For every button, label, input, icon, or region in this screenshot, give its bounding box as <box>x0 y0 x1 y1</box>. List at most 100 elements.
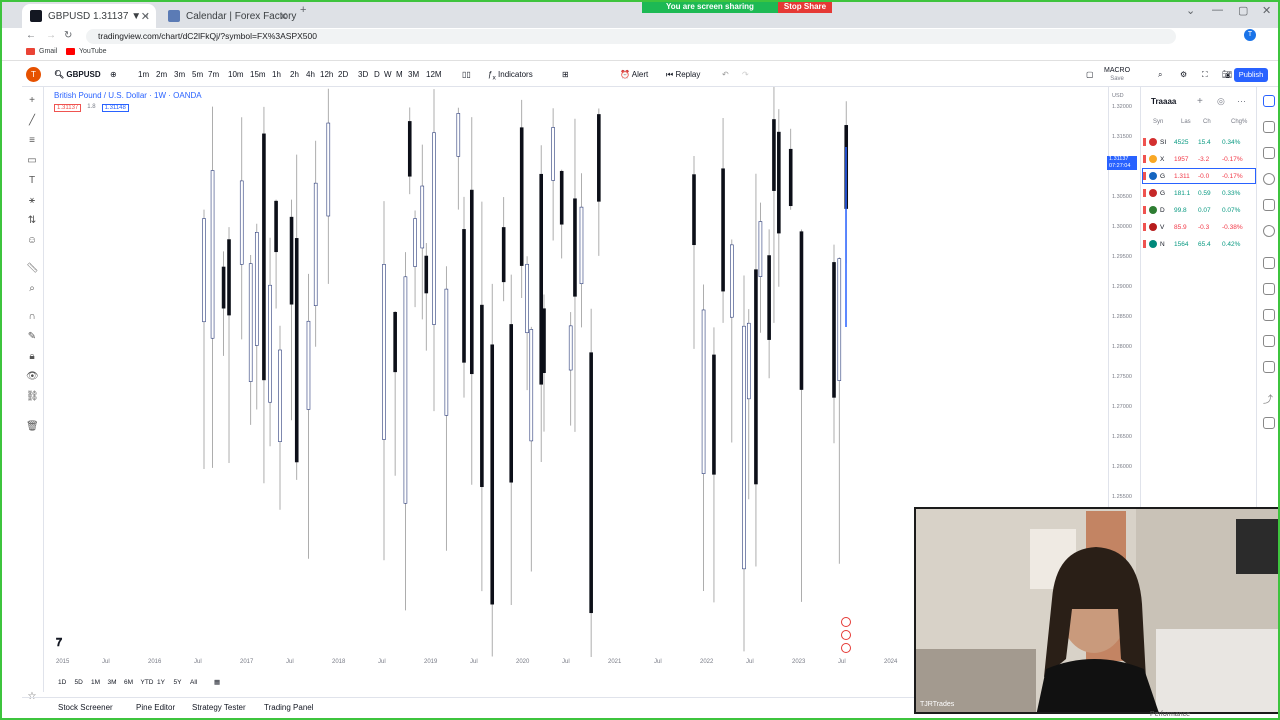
interval-12h[interactable]: 12h <box>320 70 333 79</box>
compare-symbol-icon[interactable]: ⊕ <box>110 70 117 79</box>
replay-button[interactable]: ⏮ Replay <box>666 70 700 80</box>
chart-type-icon[interactable]: ▯▯ <box>462 70 471 79</box>
hotlist-icon[interactable] <box>1263 173 1275 185</box>
range-6m[interactable]: 6M <box>124 679 133 686</box>
range-ytd[interactable]: YTD <box>141 679 154 686</box>
reload-icon[interactable]: ↻ <box>64 30 72 41</box>
close-window-icon[interactable]: ✕ <box>1262 4 1271 17</box>
stop-share-button[interactable]: Stop Share <box>778 0 832 13</box>
prediction-icon[interactable]: ⇅ <box>26 215 38 227</box>
range-5d[interactable]: 5D <box>75 679 83 686</box>
interval-4h[interactable]: 4h <box>306 70 315 79</box>
snapshot-icon[interactable]: 📷︎ <box>1222 70 1232 79</box>
event-flag-icon[interactable] <box>841 643 851 653</box>
range-3m[interactable]: 3M <box>108 679 117 686</box>
back-icon[interactable]: ← <box>26 30 36 41</box>
interval-2m[interactable]: 2m <box>156 70 167 79</box>
templates-icon[interactable]: ⊞ <box>562 70 569 79</box>
range-all[interactable]: All <box>190 679 197 686</box>
column-header[interactable]: Chg% <box>1231 119 1247 125</box>
watchlist-row[interactable]: G 181.1 0.59 0.33% <box>1143 186 1255 200</box>
bookmark-youtube[interactable]: YouTube <box>66 48 107 55</box>
fib-icon[interactable]: ≡ <box>26 135 38 147</box>
interval-10m[interactable]: 10m <box>228 70 244 79</box>
data-window-icon[interactable] <box>1263 147 1275 159</box>
pattern-icon[interactable]: ⚹ <box>26 195 38 207</box>
interval-1h[interactable]: 1h <box>272 70 281 79</box>
new-tab-icon[interactable]: + <box>300 4 306 16</box>
bottom-tab-strategy-tester[interactable]: Strategy Tester <box>192 703 246 712</box>
layout-save-button[interactable]: MACRO Save <box>1104 66 1130 84</box>
minimize-icon[interactable]: — <box>1212 4 1223 16</box>
interval-d[interactable]: D <box>374 70 380 79</box>
publish-button[interactable]: Publish <box>1234 68 1268 82</box>
trend-icon[interactable]: ⤴ <box>1263 391 1275 406</box>
column-header[interactable]: Las <box>1181 119 1203 125</box>
magnet-icon[interactable]: ∩ <box>26 311 38 323</box>
alert-button[interactable]: ⏰ Alert <box>620 70 648 79</box>
more-options-icon[interactable]: ⋯ <box>1237 96 1246 107</box>
watchlist-title[interactable]: Traaaa <box>1151 97 1176 106</box>
goto-date-icon[interactable]: ▦ <box>214 678 220 686</box>
trash-icon[interactable]: 🗑︎ <box>26 421 39 433</box>
user-avatar[interactable]: T <box>26 67 41 82</box>
forward-icon[interactable]: → <box>46 30 56 41</box>
event-flag-icon[interactable] <box>841 617 851 627</box>
dom-icon[interactable] <box>1263 417 1275 429</box>
watchlist-row[interactable]: V 85.9 -0.3 -0.38% <box>1143 220 1255 234</box>
interval-3m[interactable]: 3m <box>174 70 185 79</box>
watchlist-icon[interactable] <box>1263 95 1275 107</box>
cursor-icon[interactable]: + <box>26 95 38 107</box>
link-icon[interactable]: ⛓ <box>26 391 39 403</box>
calendar-icon[interactable] <box>1263 199 1275 211</box>
column-header[interactable]: Ch <box>1203 119 1231 125</box>
range-1m[interactable]: 1M <box>91 679 100 686</box>
redo-icon[interactable]: ↷ <box>742 70 749 79</box>
range-5y[interactable]: 5Y <box>174 679 182 686</box>
range-1d[interactable]: 1D <box>58 679 66 686</box>
interval-2d[interactable]: 2D <box>338 70 348 79</box>
advanced-view-icon[interactable]: ◎ <box>1217 96 1225 107</box>
column-header[interactable]: Syn <box>1153 119 1181 125</box>
trendline-icon[interactable]: ╱ <box>26 115 38 127</box>
streams-icon[interactable] <box>1263 309 1275 321</box>
add-symbol-icon[interactable]: + <box>1197 96 1203 107</box>
messages-icon[interactable] <box>1263 335 1275 347</box>
text-icon[interactable]: T <box>26 175 38 187</box>
stay-drawing-icon[interactable]: ✎ <box>26 331 38 343</box>
eye-icon[interactable]: 👁︎ <box>26 371 39 383</box>
watchlist-row[interactable]: X 1957 -3.2 -0.17% <box>1143 152 1255 166</box>
alerts-icon[interactable] <box>1263 121 1275 133</box>
interval-15m[interactable]: 15m <box>250 70 266 79</box>
interval-w[interactable]: W <box>384 70 392 79</box>
ideas-icon[interactable] <box>1263 225 1275 237</box>
ruler-icon[interactable]: 📏︎ <box>26 263 39 275</box>
bottom-tab-pine-editor[interactable]: Pine Editor <box>136 703 175 712</box>
lock-icon[interactable]: 🔒︎ <box>26 351 38 363</box>
watchlist-row[interactable]: SI 4525 15.4 0.34% <box>1143 135 1255 149</box>
interval-12m[interactable]: 12M <box>426 70 442 79</box>
undo-icon[interactable]: ↶ <box>722 70 729 79</box>
bottom-tab-stock-screener[interactable]: Stock Screener <box>58 703 113 712</box>
fullscreen-icon[interactable]: ⛶ <box>1202 70 1208 80</box>
interval-7m[interactable]: 7m <box>208 70 219 79</box>
interval-m[interactable]: M <box>396 70 403 79</box>
bookmark-gmail[interactable]: Gmail <box>26 48 57 55</box>
zoom-icon[interactable]: ⌕ <box>26 283 38 295</box>
range-1y[interactable]: 1Y <box>157 679 165 686</box>
chat-icon[interactable] <box>1263 257 1275 269</box>
interval-1m[interactable]: 1m <box>138 70 149 79</box>
tab-tradingview[interactable]: GBPUSD 1.31137 ▼ -0.17% MA... ✕ <box>22 4 156 28</box>
interval-2h[interactable]: 2h <box>290 70 299 79</box>
settings-icon[interactable]: ⚙ <box>1180 70 1187 79</box>
tab-search-icon[interactable]: ⌄ <box>1186 4 1195 17</box>
interval-3m[interactable]: 3M <box>408 70 419 79</box>
layout-icon[interactable]: ▢ <box>1086 70 1094 79</box>
interval-3d[interactable]: 3D <box>358 70 368 79</box>
close-tab-icon[interactable]: ✕ <box>279 10 288 23</box>
watchlist-row[interactable]: D 99.8 0.07 0.07% <box>1143 203 1255 217</box>
time-axis[interactable]: 2015 Jul 2016 Jul 2017 Jul 2018 Jul 2019 Jul 2020 J… <box>44 657 916 669</box>
search-icon[interactable]: ⌕ <box>1158 70 1162 80</box>
notifications-icon[interactable] <box>1263 283 1275 295</box>
price-axis[interactable]: USD 1.320001.315001.310001.305001.300001… <box>1108 87 1140 507</box>
